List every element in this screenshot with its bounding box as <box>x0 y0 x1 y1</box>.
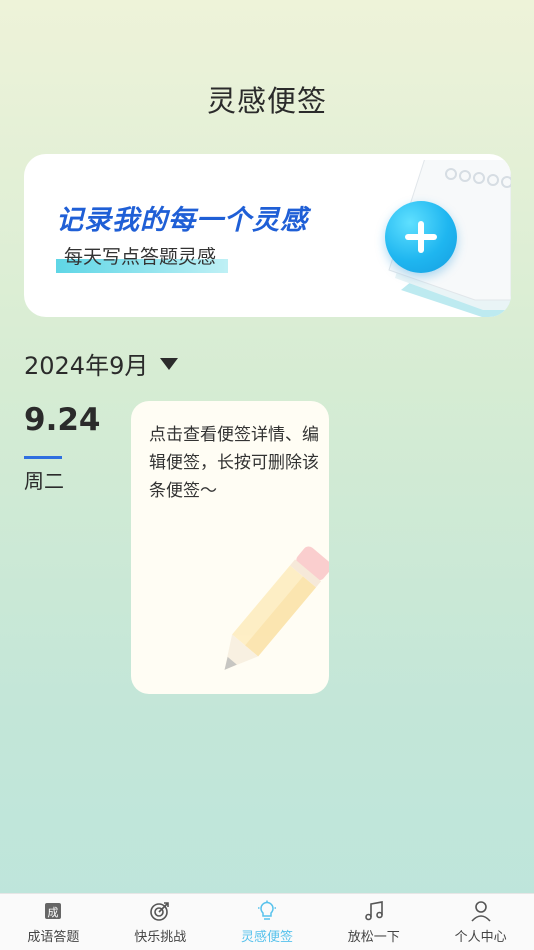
month-selector[interactable]: 2024年9月 <box>24 346 179 381</box>
entry-date: 9.24 <box>24 402 101 438</box>
caret-down-icon <box>160 357 179 370</box>
tab-label: 个人中心 <box>454 930 507 945</box>
page-title: 灵感便签 <box>206 84 327 118</box>
person-icon <box>470 900 492 922</box>
tab-inspiration-notes[interactable]: 灵感便签 <box>214 894 321 950</box>
pencil-icon <box>224 546 329 670</box>
music-note-icon <box>363 900 385 922</box>
note-card[interactable]: 点击查看便签详情、编辑便签，长按可删除该条便签～ <box>131 401 329 694</box>
idiom-icon: 成 <box>42 900 64 922</box>
tab-happy-challenge[interactable]: 快乐挑战 <box>107 894 214 950</box>
banner-subtitle: 每天写点答题灵感 <box>64 246 217 268</box>
inspiration-banner[interactable]: 记录我的每一个灵感 每天写点答题灵感 <box>24 154 511 317</box>
banner-headline: 记录我的每一个灵感 <box>56 205 308 236</box>
note-text: 点击查看便签详情、编辑便签，长按可删除该条便签～ <box>149 425 319 501</box>
tab-profile[interactable]: 个人中心 <box>427 894 534 950</box>
date-underline <box>24 456 62 459</box>
lightbulb-icon <box>256 900 278 922</box>
entry-weekday: 周二 <box>24 469 64 493</box>
plus-icon <box>405 221 437 253</box>
target-icon <box>149 900 171 922</box>
tab-label: 快乐挑战 <box>134 930 187 945</box>
bottom-tab-bar: 成 成语答题 快乐挑战 灵感便签 放松一下 个人中心 <box>0 893 534 950</box>
month-label: 2024年9月 <box>24 352 149 380</box>
banner-subtitle-wrap: 每天写点答题灵感 <box>56 242 228 273</box>
tab-relax[interactable]: 放松一下 <box>320 894 427 950</box>
svg-text:成: 成 <box>48 906 59 919</box>
tab-label: 成语答题 <box>27 930 80 945</box>
add-note-button[interactable] <box>385 201 457 273</box>
tab-idiom-quiz[interactable]: 成 成语答题 <box>0 894 107 950</box>
tab-label: 放松一下 <box>347 930 400 945</box>
tab-label: 灵感便签 <box>240 930 293 945</box>
